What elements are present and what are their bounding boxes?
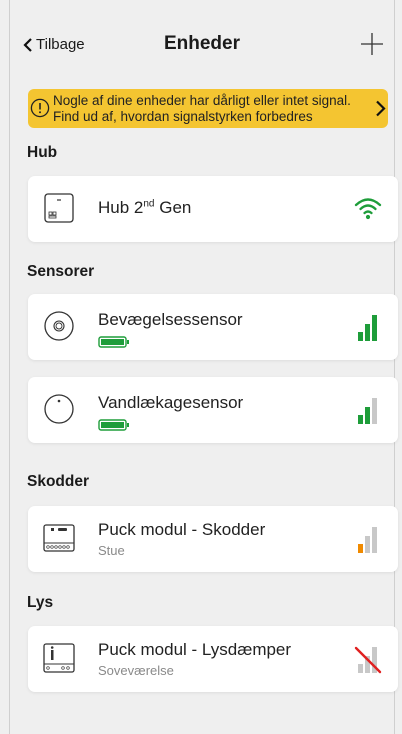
device-card-motion-sensor[interactable]: Bevægelsessensor [28, 294, 398, 360]
section-lights: Lys [27, 594, 54, 611]
section-sensors: Sensorer [27, 263, 95, 280]
signal-strength-icon [358, 315, 377, 341]
device-name-tail: Gen [154, 198, 192, 217]
device-card-leak-sensor[interactable]: Vandlækagesensor [28, 377, 398, 443]
section-hub: Hub [27, 144, 58, 161]
device-card-shutter-module[interactable]: Puck modul - Skodder Stue [28, 506, 398, 572]
wifi-signal-icon [354, 198, 382, 220]
info-circle-icon [30, 98, 50, 118]
chevron-left-icon [23, 37, 32, 52]
weak-signal-banner[interactable]: Nogle af dine enheder har dårligt eller … [28, 89, 388, 128]
plus-icon[interactable] [360, 32, 384, 56]
device-name: Vandlækagesensor [98, 393, 244, 412]
device-name: Puck modul - Lysdæmper [98, 640, 292, 659]
hub-device-icon [44, 193, 74, 223]
signal-strength-icon [358, 527, 377, 553]
device-name-main: Hub 2 [98, 198, 144, 217]
device-card-hub[interactable]: Hub 2nd Gen [28, 176, 398, 242]
page-title: Enheder [163, 33, 241, 54]
puck-module-icon [43, 643, 75, 673]
device-name: Bevægelsessensor [98, 310, 243, 329]
no-signal-icon [354, 646, 382, 674]
banner-line-1: Nogle af dine enheder har dårligt eller … [53, 93, 351, 108]
device-room: Stue [98, 543, 125, 558]
back-label: Tilbage [36, 36, 85, 53]
header: Tilbage Enheder [10, 0, 394, 90]
puck-module-icon [43, 524, 75, 552]
battery-full-icon [98, 336, 129, 348]
device-name: Hub 2nd Gen [98, 198, 191, 218]
banner-line-2: Find ud af, hvordan signalstyrken forbed… [53, 109, 313, 124]
device-room: Soveværelse [98, 663, 174, 678]
device-name-superscript: nd [143, 198, 155, 210]
chevron-right-icon [376, 100, 386, 117]
signal-strength-icon [358, 398, 377, 424]
section-shutters: Skodder [27, 473, 90, 490]
banner-text: Nogle af dine enheder har dårligt eller … [53, 93, 383, 125]
device-list-screen: Tilbage Enheder Nogle af dine enheder ha… [9, 0, 398, 734]
motion-sensor-icon [44, 311, 74, 341]
leak-sensor-icon [44, 394, 74, 424]
back-button[interactable]: Tilbage [22, 36, 85, 53]
device-name: Puck modul - Skodder [98, 520, 266, 539]
device-card-dimmer-module[interactable]: Puck modul - Lysdæmper Soveværelse [28, 626, 398, 692]
battery-full-icon [98, 419, 129, 431]
